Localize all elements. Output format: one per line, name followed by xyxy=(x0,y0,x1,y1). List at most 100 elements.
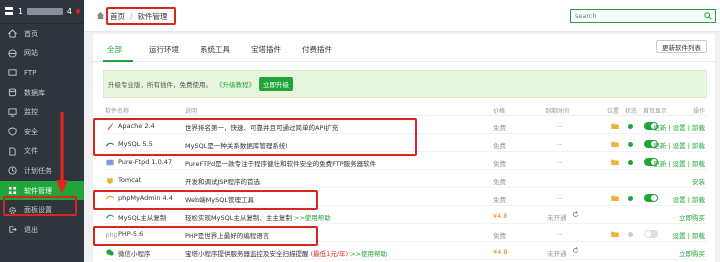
search-icon[interactable] xyxy=(702,11,713,21)
status-dot xyxy=(628,141,633,147)
row-actions[interactable]: 安装 xyxy=(692,176,705,186)
folder-icon[interactable] xyxy=(611,123,619,129)
tab-paid-plugins[interactable]: 付费插件 xyxy=(302,44,332,55)
tab-system-tools[interactable]: 系统工具 xyxy=(200,44,230,55)
help-link[interactable]: >>使用帮助 xyxy=(350,250,387,258)
tab-all[interactable]: 全部 xyxy=(107,44,122,55)
breadcrumb-home[interactable]: 首页 xyxy=(110,11,125,22)
sidebar-item-6[interactable]: 文件 xyxy=(0,142,84,162)
sidebar-item-9[interactable]: 面板设置 xyxy=(0,200,84,220)
row-actions[interactable]: 设置 | 卸载 xyxy=(673,230,705,240)
tab-runtime[interactable]: 运行环境 xyxy=(149,44,179,55)
software-price: ¥4.8 xyxy=(493,248,508,256)
tab-bt-plugins[interactable]: 宝塔插件 xyxy=(251,44,281,55)
folder-icon[interactable] xyxy=(611,231,619,237)
redacted-host xyxy=(27,8,63,15)
expire-time: -- xyxy=(557,194,562,202)
table-row: Apache 2.4 世界排名第一，快速、可靠并且可通过简单的API扩充 免费 -- 更… xyxy=(103,118,707,134)
logout-icon xyxy=(8,225,17,234)
breadcrumb-separator: / xyxy=(130,11,133,21)
database-icon xyxy=(8,88,17,97)
software-price: 免费 xyxy=(493,232,506,240)
shield-icon xyxy=(8,127,17,136)
row-actions[interactable]: 立即购买 xyxy=(679,248,705,258)
expire-time: -- xyxy=(557,158,562,166)
sidebar-item-3[interactable]: 数据库 xyxy=(0,83,84,103)
col-price: 价格 xyxy=(493,108,506,115)
row-actions[interactable]: 更新 | 设置 | 卸载 xyxy=(653,158,705,168)
table-row: MySQL主从复制 轻松实现MySQL主从复制、主主复制 >>使用帮助 ¥4.8 未开… xyxy=(103,208,707,224)
software-panel: 全部 运行环境 系统工具 宝塔插件 付费插件 更新软件列表 升级专业版，所有插件… xyxy=(93,34,715,262)
status-dot xyxy=(628,231,633,237)
sidebar-item-10[interactable]: 退出 xyxy=(0,220,84,240)
server-host: 1 xyxy=(18,7,24,16)
topbar: 首页 / 软件管理 xyxy=(84,0,720,32)
breadcrumb-current: 软件管理 xyxy=(137,11,168,21)
search-box[interactable] xyxy=(570,9,716,23)
software-desc: 世界排名第一，快速、可靠并且可通过简单的API扩充 xyxy=(185,124,339,132)
svg-text:php: php xyxy=(106,232,117,239)
home-display-toggle[interactable] xyxy=(644,194,658,202)
ftp-icon xyxy=(8,68,17,77)
status-dot xyxy=(628,195,633,201)
home-icon[interactable] xyxy=(96,11,105,22)
table-row: 微信小程序 宝塔小程序提供服务器监控及安全扫描提醒 (最低1元/年) >>使用帮助… xyxy=(103,244,707,260)
sidebar-item-label: 监控 xyxy=(24,108,38,117)
status-dot xyxy=(628,159,633,165)
col-ops: 操作 xyxy=(692,108,705,115)
software-desc: 宝塔小程序提供服务器监控及安全扫描提醒 (最低1元/年) >>使用帮助 xyxy=(185,250,387,258)
sidebar-item-7[interactable]: 计划任务 xyxy=(0,161,84,181)
sidebar-item-0[interactable]: 首页 xyxy=(0,24,84,44)
upgrade-now-button[interactable]: 立即升级 xyxy=(259,77,293,91)
row-actions[interactable]: 立即购买 xyxy=(679,212,705,222)
software-price: 免费 xyxy=(493,142,506,150)
server-header: 1 4 xyxy=(0,0,84,24)
software-desc: Web端MySQL管理工具 xyxy=(185,196,254,204)
table-header: 软件名称 说明 价格 到期时间 位置 状态 首页显示 操作 xyxy=(103,104,707,116)
col-status: 状态 xyxy=(625,108,638,115)
sidebar-item-label: 网站 xyxy=(24,49,38,58)
update-list-button[interactable]: 更新软件列表 xyxy=(656,40,707,53)
folder-icon[interactable] xyxy=(611,195,619,201)
row-actions[interactable]: 更新 | 设置 | 卸载 xyxy=(653,140,705,150)
expire-time: -- xyxy=(557,230,562,238)
col-expire: 到期时间 xyxy=(545,108,570,115)
home-icon xyxy=(8,29,17,38)
software-name: phpMyAdmin 4.4 xyxy=(118,194,173,202)
folder-icon[interactable] xyxy=(611,141,619,147)
expire-time: 未开通 xyxy=(547,214,567,222)
row-actions[interactable]: 设置 | 卸载 xyxy=(673,194,705,204)
file-icon xyxy=(8,147,17,156)
sidebar-item-2[interactable]: FTP xyxy=(0,63,84,83)
home-display-toggle[interactable] xyxy=(644,230,658,238)
sidebar-item-4[interactable]: 监控 xyxy=(0,102,84,122)
monitor-icon xyxy=(8,108,17,117)
search-input[interactable] xyxy=(571,12,697,20)
sidebar-item-label: FTP xyxy=(24,68,37,77)
sidebar-item-label: 计划任务 xyxy=(24,166,52,175)
server-icon xyxy=(4,6,14,18)
refresh-icon[interactable] xyxy=(572,247,579,256)
table-row: phpMyAdmin 4.4 Web端MySQL管理工具 免费 -- 设置 | 卸载 xyxy=(103,190,707,206)
upgrade-tutorial-link[interactable]: 《升级教程》 xyxy=(216,79,255,89)
col-name: 软件名称 xyxy=(105,108,130,115)
help-link[interactable]: >>使用帮助 xyxy=(294,214,331,222)
row-actions[interactable]: 更新 | 设置 | 卸载 xyxy=(653,122,705,132)
software-price: 免费 xyxy=(493,160,506,168)
tomcat-icon xyxy=(105,176,115,185)
software-name: Tomcat xyxy=(118,176,142,184)
software-name: MySQL主从复制 xyxy=(118,214,167,222)
software-desc: 轻松实现MySQL主从复制、主主复制 >>使用帮助 xyxy=(185,214,331,222)
status-dot xyxy=(628,123,633,129)
sidebar-item-label: 退出 xyxy=(24,225,38,234)
software-price: 免费 xyxy=(493,196,506,204)
mysql-icon xyxy=(105,140,115,149)
sidebar-item-1[interactable]: 网站 xyxy=(0,44,84,64)
sidebar-item-8[interactable]: 软件管理 xyxy=(0,180,84,201)
folder-icon[interactable] xyxy=(611,159,619,165)
expire-time: 未开通 xyxy=(547,250,567,258)
refresh-icon[interactable] xyxy=(572,211,579,220)
sidebar-item-5[interactable]: 安全 xyxy=(0,122,84,142)
software-name: Pure-Ftpd 1.0.47 xyxy=(118,158,173,166)
software-price: ¥4.8 xyxy=(493,212,508,220)
